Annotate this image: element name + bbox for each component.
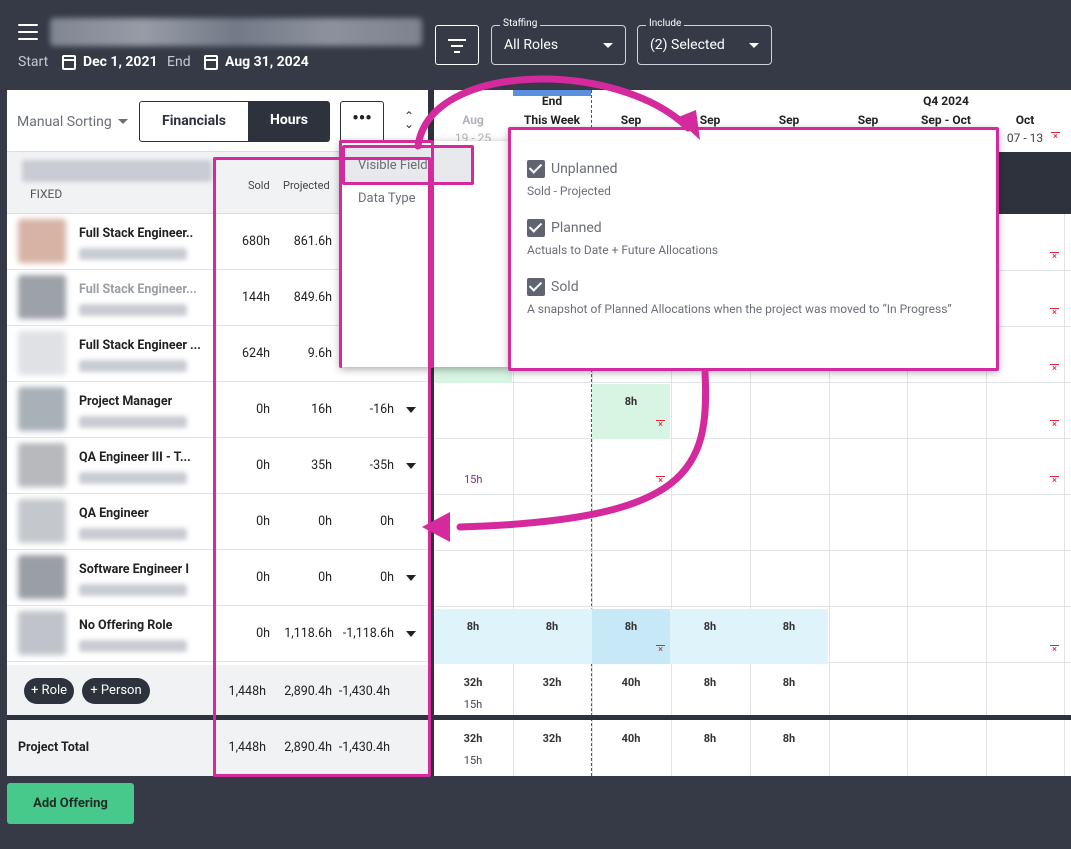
annotation-arrows: [414, 75, 710, 542]
add-offering-button[interactable]: Add Offering: [7, 783, 134, 824]
